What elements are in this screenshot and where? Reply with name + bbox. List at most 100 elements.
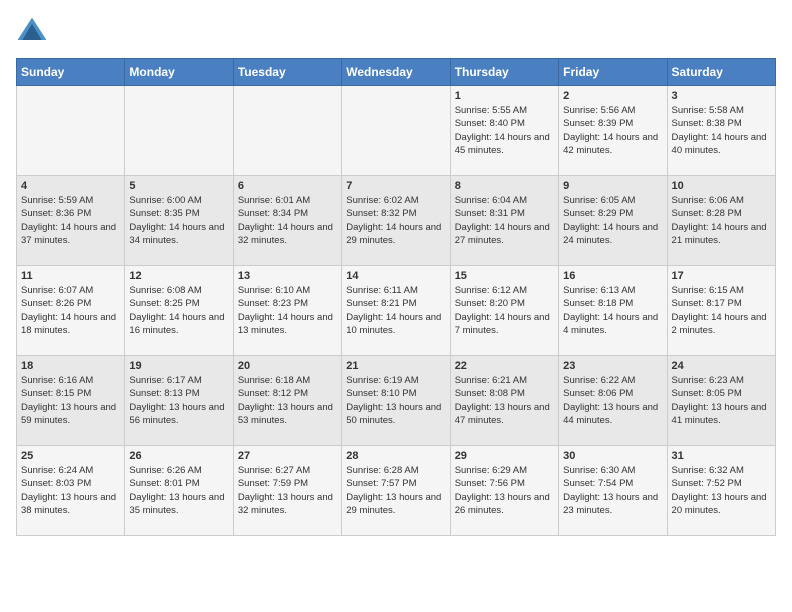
day-cell: 31 Sunrise: 6:32 AM Sunset: 7:52 PM Dayli… xyxy=(667,446,775,536)
day-cell: 13 Sunrise: 6:10 AM Sunset: 8:23 PM Dayli… xyxy=(233,266,341,356)
day-number: 24 xyxy=(672,360,771,372)
day-info: Sunrise: 6:13 AM Sunset: 8:18 PM Dayligh… xyxy=(563,284,662,337)
day-number: 15 xyxy=(455,270,554,282)
header xyxy=(16,16,776,48)
day-info: Sunrise: 6:11 AM Sunset: 8:21 PM Dayligh… xyxy=(346,284,445,337)
day-cell: 7 Sunrise: 6:02 AM Sunset: 8:32 PM Daylig… xyxy=(342,176,450,266)
day-info: Sunrise: 6:30 AM Sunset: 7:54 PM Dayligh… xyxy=(563,464,662,517)
day-number: 11 xyxy=(21,270,120,282)
day-info: Sunrise: 6:16 AM Sunset: 8:15 PM Dayligh… xyxy=(21,374,120,427)
day-number: 20 xyxy=(238,360,337,372)
week-row-4: 18 Sunrise: 6:16 AM Sunset: 8:15 PM Dayli… xyxy=(17,356,776,446)
week-row-2: 4 Sunrise: 5:59 AM Sunset: 8:36 PM Daylig… xyxy=(17,176,776,266)
day-info: Sunrise: 6:22 AM Sunset: 8:06 PM Dayligh… xyxy=(563,374,662,427)
day-number: 14 xyxy=(346,270,445,282)
day-cell xyxy=(125,86,233,176)
day-number: 19 xyxy=(129,360,228,372)
day-cell: 27Sunrise: 6:27 AM Sunset: 7:59 PM Dayli… xyxy=(233,446,341,536)
day-info: Sunrise: 6:21 AM Sunset: 8:08 PM Dayligh… xyxy=(455,374,554,427)
day-info: Sunrise: 6:00 AM Sunset: 8:35 PM Dayligh… xyxy=(129,194,228,247)
day-number: 2 xyxy=(563,90,662,102)
day-cell: 15 Sunrise: 6:12 AM Sunset: 8:20 PM Dayli… xyxy=(450,266,558,356)
day-cell: 10 Sunrise: 6:06 AM Sunset: 8:28 PM Dayli… xyxy=(667,176,775,266)
header-saturday: Saturday xyxy=(667,59,775,86)
day-number: 29 xyxy=(455,450,554,462)
day-number: 10 xyxy=(672,180,771,192)
day-info: Sunrise: 6:01 AM Sunset: 8:34 PM Dayligh… xyxy=(238,194,337,247)
day-cell: 23 Sunrise: 6:22 AM Sunset: 8:06 PM Dayli… xyxy=(559,356,667,446)
day-number: 27 xyxy=(238,450,337,462)
day-cell: 8 Sunrise: 6:04 AM Sunset: 8:31 PM Daylig… xyxy=(450,176,558,266)
week-row-5: 25Sunrise: 6:24 AM Sunset: 8:03 PM Dayli… xyxy=(17,446,776,536)
day-cell: 21 Sunrise: 6:19 AM Sunset: 8:10 PM Dayli… xyxy=(342,356,450,446)
logo xyxy=(16,16,52,48)
day-info: Sunrise: 6:04 AM Sunset: 8:31 PM Dayligh… xyxy=(455,194,554,247)
day-info: Sunrise: 6:06 AM Sunset: 8:28 PM Dayligh… xyxy=(672,194,771,247)
header-thursday: Thursday xyxy=(450,59,558,86)
header-tuesday: Tuesday xyxy=(233,59,341,86)
header-friday: Friday xyxy=(559,59,667,86)
day-info: Sunrise: 6:19 AM Sunset: 8:10 PM Dayligh… xyxy=(346,374,445,427)
header-monday: Monday xyxy=(125,59,233,86)
day-number: 21 xyxy=(346,360,445,372)
day-info: Sunrise: 6:10 AM Sunset: 8:23 PM Dayligh… xyxy=(238,284,337,337)
day-info: Sunrise: 5:59 AM Sunset: 8:36 PM Dayligh… xyxy=(21,194,120,247)
day-number: 28 xyxy=(346,450,445,462)
day-cell: 5 Sunrise: 6:00 AM Sunset: 8:35 PM Daylig… xyxy=(125,176,233,266)
day-cell: 29Sunrise: 6:29 AM Sunset: 7:56 PM Dayli… xyxy=(450,446,558,536)
day-info: Sunrise: 6:05 AM Sunset: 8:29 PM Dayligh… xyxy=(563,194,662,247)
day-info: Sunrise: 6:12 AM Sunset: 8:20 PM Dayligh… xyxy=(455,284,554,337)
day-info: Sunrise: 6:28 AM Sunset: 7:57 PM Dayligh… xyxy=(346,464,445,517)
day-cell: 26Sunrise: 6:26 AM Sunset: 8:01 PM Dayli… xyxy=(125,446,233,536)
day-number: 23 xyxy=(563,360,662,372)
day-info: Sunrise: 5:56 AM Sunset: 8:39 PM Dayligh… xyxy=(563,104,662,157)
day-cell: 19 Sunrise: 6:17 AM Sunset: 8:13 PM Dayli… xyxy=(125,356,233,446)
day-cell xyxy=(233,86,341,176)
day-cell: 14 Sunrise: 6:11 AM Sunset: 8:21 PM Dayli… xyxy=(342,266,450,356)
day-cell: 12Sunrise: 6:08 AM Sunset: 8:25 PM Dayli… xyxy=(125,266,233,356)
day-info: Sunrise: 6:02 AM Sunset: 8:32 PM Dayligh… xyxy=(346,194,445,247)
day-number: 17 xyxy=(672,270,771,282)
day-number: 6 xyxy=(238,180,337,192)
day-cell: 18 Sunrise: 6:16 AM Sunset: 8:15 PM Dayli… xyxy=(17,356,125,446)
day-info: Sunrise: 6:23 AM Sunset: 8:05 PM Dayligh… xyxy=(672,374,771,427)
day-info: Sunrise: 5:58 AM Sunset: 8:38 PM Dayligh… xyxy=(672,104,771,157)
day-cell: 4 Sunrise: 5:59 AM Sunset: 8:36 PM Daylig… xyxy=(17,176,125,266)
day-number: 5 xyxy=(129,180,228,192)
day-number: 12 xyxy=(129,270,228,282)
week-row-1: 1Sunrise: 5:55 AM Sunset: 8:40 PM Daylig… xyxy=(17,86,776,176)
day-cell: 28 Sunrise: 6:28 AM Sunset: 7:57 PM Dayli… xyxy=(342,446,450,536)
day-number: 22 xyxy=(455,360,554,372)
header-wednesday: Wednesday xyxy=(342,59,450,86)
day-number: 8 xyxy=(455,180,554,192)
day-number: 25 xyxy=(21,450,120,462)
day-cell: 24 Sunrise: 6:23 AM Sunset: 8:05 PM Dayli… xyxy=(667,356,775,446)
day-number: 4 xyxy=(21,180,120,192)
day-info: Sunrise: 6:07 AM Sunset: 8:26 PM Dayligh… xyxy=(21,284,120,337)
calendar-table: SundayMondayTuesdayWednesdayThursdayFrid… xyxy=(16,58,776,536)
day-cell: 17 Sunrise: 6:15 AM Sunset: 8:17 PM Dayli… xyxy=(667,266,775,356)
day-number: 31 xyxy=(672,450,771,462)
calendar-header-row: SundayMondayTuesdayWednesdayThursdayFrid… xyxy=(17,59,776,86)
day-info: Sunrise: 6:17 AM Sunset: 8:13 PM Dayligh… xyxy=(129,374,228,427)
day-cell xyxy=(17,86,125,176)
day-cell: 22 Sunrise: 6:21 AM Sunset: 8:08 PM Dayli… xyxy=(450,356,558,446)
day-number: 26 xyxy=(129,450,228,462)
header-sunday: Sunday xyxy=(17,59,125,86)
day-cell: 9Sunrise: 6:05 AM Sunset: 8:29 PM Daylig… xyxy=(559,176,667,266)
day-number: 13 xyxy=(238,270,337,282)
day-info: Sunrise: 6:18 AM Sunset: 8:12 PM Dayligh… xyxy=(238,374,337,427)
day-cell: 3 Sunrise: 5:58 AM Sunset: 8:38 PM Daylig… xyxy=(667,86,775,176)
day-cell: 20 Sunrise: 6:18 AM Sunset: 8:12 PM Dayli… xyxy=(233,356,341,446)
day-cell: 16Sunrise: 6:13 AM Sunset: 8:18 PM Dayli… xyxy=(559,266,667,356)
day-number: 7 xyxy=(346,180,445,192)
day-number: 3 xyxy=(672,90,771,102)
day-cell: 2 Sunrise: 5:56 AM Sunset: 8:39 PM Daylig… xyxy=(559,86,667,176)
day-number: 18 xyxy=(21,360,120,372)
week-row-3: 11 Sunrise: 6:07 AM Sunset: 8:26 PM Dayli… xyxy=(17,266,776,356)
day-cell: 6 Sunrise: 6:01 AM Sunset: 8:34 PM Daylig… xyxy=(233,176,341,266)
day-info: Sunrise: 6:32 AM Sunset: 7:52 PM Dayligh… xyxy=(672,464,771,517)
day-info: Sunrise: 6:15 AM Sunset: 8:17 PM Dayligh… xyxy=(672,284,771,337)
day-number: 30 xyxy=(563,450,662,462)
day-cell: 25Sunrise: 6:24 AM Sunset: 8:03 PM Dayli… xyxy=(17,446,125,536)
